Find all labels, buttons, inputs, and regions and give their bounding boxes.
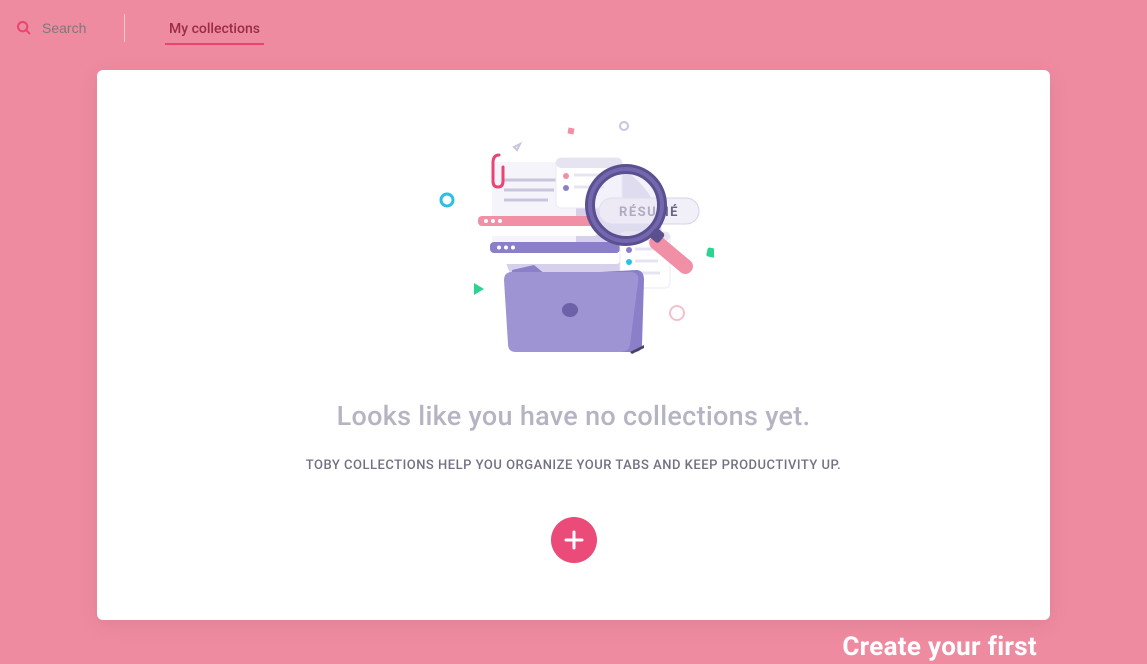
search-input[interactable]	[42, 20, 102, 36]
empty-state-subtitle: TOBY COLLECTIONS HELP YOU ORGANIZE YOUR …	[306, 458, 841, 473]
empty-state-title: Looks like you have no collections yet.	[337, 400, 811, 432]
search-icon	[16, 20, 32, 36]
top-bar: My collections	[0, 0, 1147, 56]
empty-state-card: RÉSUMÉ	[97, 70, 1050, 620]
add-collection-button[interactable]	[551, 517, 597, 563]
footer-hint-text: Create your first	[842, 632, 1037, 662]
plus-icon	[562, 528, 586, 552]
tab-my-collections[interactable]: My collections	[165, 21, 264, 45]
tabs: My collections	[165, 0, 264, 56]
search-area[interactable]	[16, 14, 125, 42]
empty-state-illustration: RÉSUMÉ	[434, 120, 714, 370]
